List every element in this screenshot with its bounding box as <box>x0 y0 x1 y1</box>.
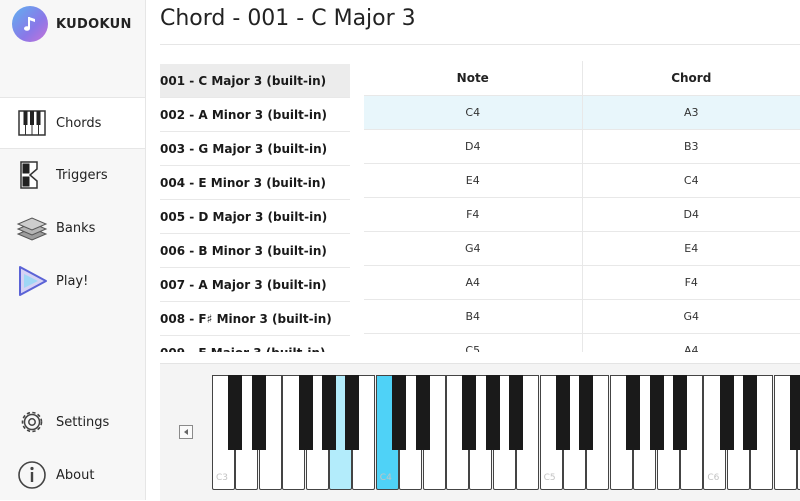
chord-list[interactable]: 001 - C Major 3 (built-in) 002 - A Minor… <box>160 64 350 352</box>
trigger-icon <box>16 159 48 191</box>
octave-label: C4 <box>380 473 392 483</box>
black-key-dsharp4[interactable] <box>416 375 430 450</box>
black-key-fsharp4[interactable] <box>462 375 476 450</box>
note-cell: C4 <box>364 96 583 129</box>
note-cell: G4 <box>364 232 583 265</box>
table-row[interactable]: A4 F4 <box>364 265 800 299</box>
note-cell: C5 <box>364 334 583 352</box>
black-key-asharp5[interactable] <box>673 375 687 450</box>
octave-label: C3 <box>216 473 228 483</box>
black-key-dsharp6[interactable] <box>743 375 757 450</box>
app-name: KUDOKUN <box>56 17 132 32</box>
music-note-icon <box>12 6 48 42</box>
title-divider <box>160 44 800 45</box>
note-cell: A4 <box>364 266 583 299</box>
table-row[interactable]: C5 A4 <box>364 333 800 352</box>
table-row[interactable]: G4 E4 <box>364 231 800 265</box>
black-key-asharp4[interactable] <box>509 375 523 450</box>
note-cell: D4 <box>364 130 583 163</box>
chord-list-item[interactable]: 008 - F♯ Minor 3 (built-in) <box>160 302 350 336</box>
nav-item-chords[interactable]: Chords <box>0 97 145 149</box>
chord-cell: F4 <box>583 266 800 299</box>
black-key-csharp4[interactable] <box>392 375 406 450</box>
black-key-csharp3[interactable] <box>228 375 242 450</box>
octave-label: C6 <box>707 473 719 483</box>
chord-cell: E4 <box>583 232 800 265</box>
piano-keyboard[interactable]: C3 C4 C5 C6 <box>212 375 800 493</box>
black-key-fsharp5[interactable] <box>626 375 640 450</box>
chord-list-item[interactable]: 005 - D Major 3 (built-in) <box>160 200 350 234</box>
nav-item-play[interactable]: Play! <box>0 256 145 306</box>
black-key-gsharp5[interactable] <box>650 375 664 450</box>
chord-list-item[interactable]: 003 - G Major 3 (built-in) <box>160 132 350 166</box>
black-key-gsharp4[interactable] <box>486 375 500 450</box>
chord-cell: G4 <box>583 300 800 333</box>
nav-label: Chords <box>56 116 101 131</box>
note-cell: F4 <box>364 198 583 231</box>
chord-cell: C4 <box>583 164 800 197</box>
chord-list-item[interactable]: 002 - A Minor 3 (built-in) <box>160 98 350 132</box>
octave-label: C5 <box>544 473 556 483</box>
table-row[interactable]: E4 C4 <box>364 163 800 197</box>
table-row[interactable]: B4 G4 <box>364 299 800 333</box>
nav-label: Triggers <box>56 168 108 183</box>
chord-list-item[interactable]: 007 - A Major 3 (built-in) <box>160 268 350 302</box>
chord-list-item[interactable]: 001 - C Major 3 (built-in) <box>160 64 350 98</box>
nav-label: About <box>56 468 94 483</box>
black-key-gsharp3[interactable] <box>322 375 336 450</box>
play-icon <box>16 265 48 297</box>
nav-item-triggers[interactable]: Triggers <box>0 150 145 200</box>
chord-cell: D4 <box>583 198 800 231</box>
chord-list-item[interactable]: 004 - E Minor 3 (built-in) <box>160 166 350 200</box>
column-header-chord: Chord <box>583 61 800 95</box>
table-header: Note Chord <box>364 61 800 95</box>
black-key-fsharp6[interactable] <box>790 375 800 450</box>
chord-list-item[interactable]: 006 - B Minor 3 (built-in) <box>160 234 350 268</box>
black-key-dsharp5[interactable] <box>579 375 593 450</box>
nav-label: Settings <box>56 415 109 430</box>
piano-keys-icon <box>16 107 48 139</box>
brand: KUDOKUN <box>12 6 132 42</box>
note-cell: E4 <box>364 164 583 197</box>
keyboard-panel: C3 C4 C5 C6 <box>160 363 800 501</box>
table-row[interactable]: D4 B3 <box>364 129 800 163</box>
black-key-dsharp3[interactable] <box>252 375 266 450</box>
column-header-note: Note <box>364 61 583 95</box>
chord-list-item[interactable]: 009 - F Major 3 (built-in) <box>160 336 350 352</box>
black-key-fsharp3[interactable] <box>299 375 313 450</box>
note-chord-table[interactable]: Note Chord C4 A3 D4 B3 E4 C4 F4 D4 G4 E4… <box>364 61 800 352</box>
nav-item-banks[interactable]: Banks <box>0 203 145 253</box>
chord-cell: A3 <box>583 96 800 129</box>
page-title: Chord - 001 - C Major 3 <box>160 6 416 31</box>
nav-label: Banks <box>56 221 95 236</box>
nav-item-about[interactable]: About <box>0 450 145 500</box>
nav-item-settings[interactable]: Settings <box>0 397 145 447</box>
chord-cell: A4 <box>583 334 800 352</box>
sidebar: KUDOKUN Chords Triggers Banks <box>0 0 146 500</box>
gear-icon <box>16 406 48 438</box>
black-key-csharp6[interactable] <box>720 375 734 450</box>
scroll-left-icon[interactable] <box>179 425 193 439</box>
black-key-csharp5[interactable] <box>556 375 570 450</box>
black-key-asharp3[interactable] <box>345 375 359 450</box>
table-row[interactable]: C4 A3 <box>364 95 800 129</box>
chord-cell: B3 <box>583 130 800 163</box>
layers-icon <box>16 212 48 244</box>
nav-label: Play! <box>56 274 88 289</box>
info-icon <box>16 459 48 491</box>
table-row[interactable]: F4 D4 <box>364 197 800 231</box>
note-cell: B4 <box>364 300 583 333</box>
